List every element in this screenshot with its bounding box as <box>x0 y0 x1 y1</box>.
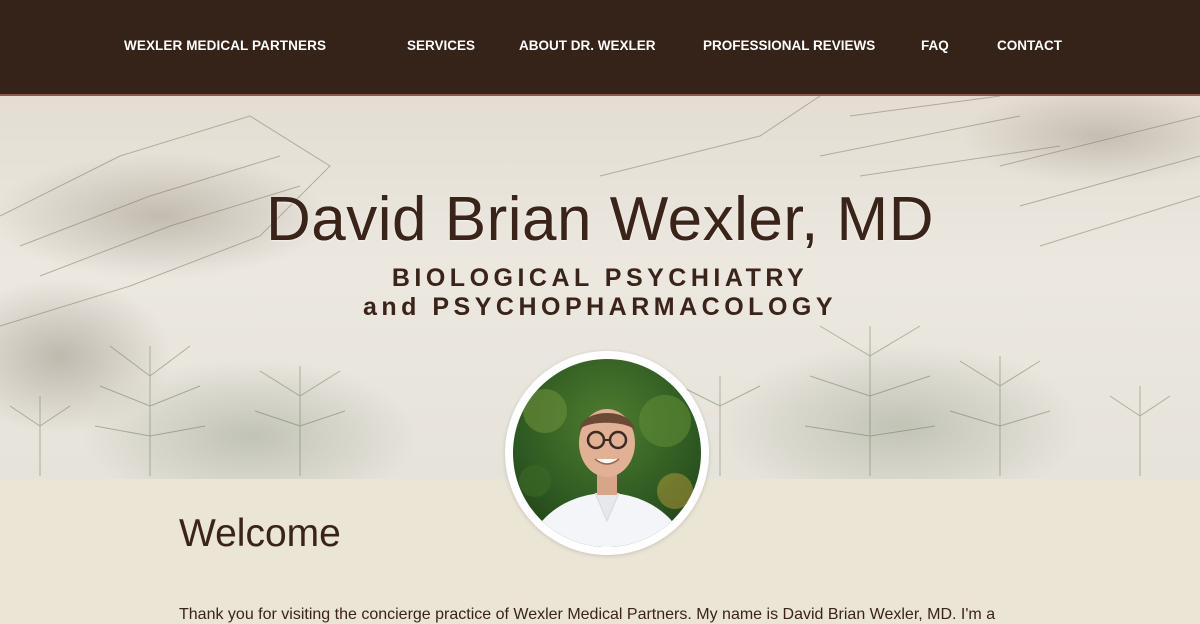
doctor-portrait <box>505 351 709 555</box>
site-header: WEXLER MEDICAL PARTNERS SERVICES ABOUT D… <box>0 0 1200 96</box>
nav-item-about[interactable]: ABOUT DR. WEXLER <box>519 38 656 53</box>
brand-link[interactable]: WEXLER MEDICAL PARTNERS <box>124 38 326 53</box>
nav-item-contact[interactable]: CONTACT <box>997 38 1062 53</box>
welcome-heading: Welcome <box>179 512 341 555</box>
hero-title: David Brian Wexler, MD <box>266 185 934 254</box>
hero-subtitle-line1: BIOLOGICAL PSYCHIATRY <box>391 264 809 292</box>
intro-paragraph: Thank you for visiting the concierge pra… <box>179 606 996 623</box>
nav-item-services[interactable]: SERVICES <box>407 38 475 53</box>
doctor-portrait-image <box>513 359 701 547</box>
nav-item-faq[interactable]: FAQ <box>921 38 949 53</box>
hero-subtitle-line2: and PSYCHOPHARMACOLOGY <box>362 293 838 321</box>
nav-item-professional-reviews[interactable]: PROFESSIONAL REVIEWS <box>703 38 875 53</box>
